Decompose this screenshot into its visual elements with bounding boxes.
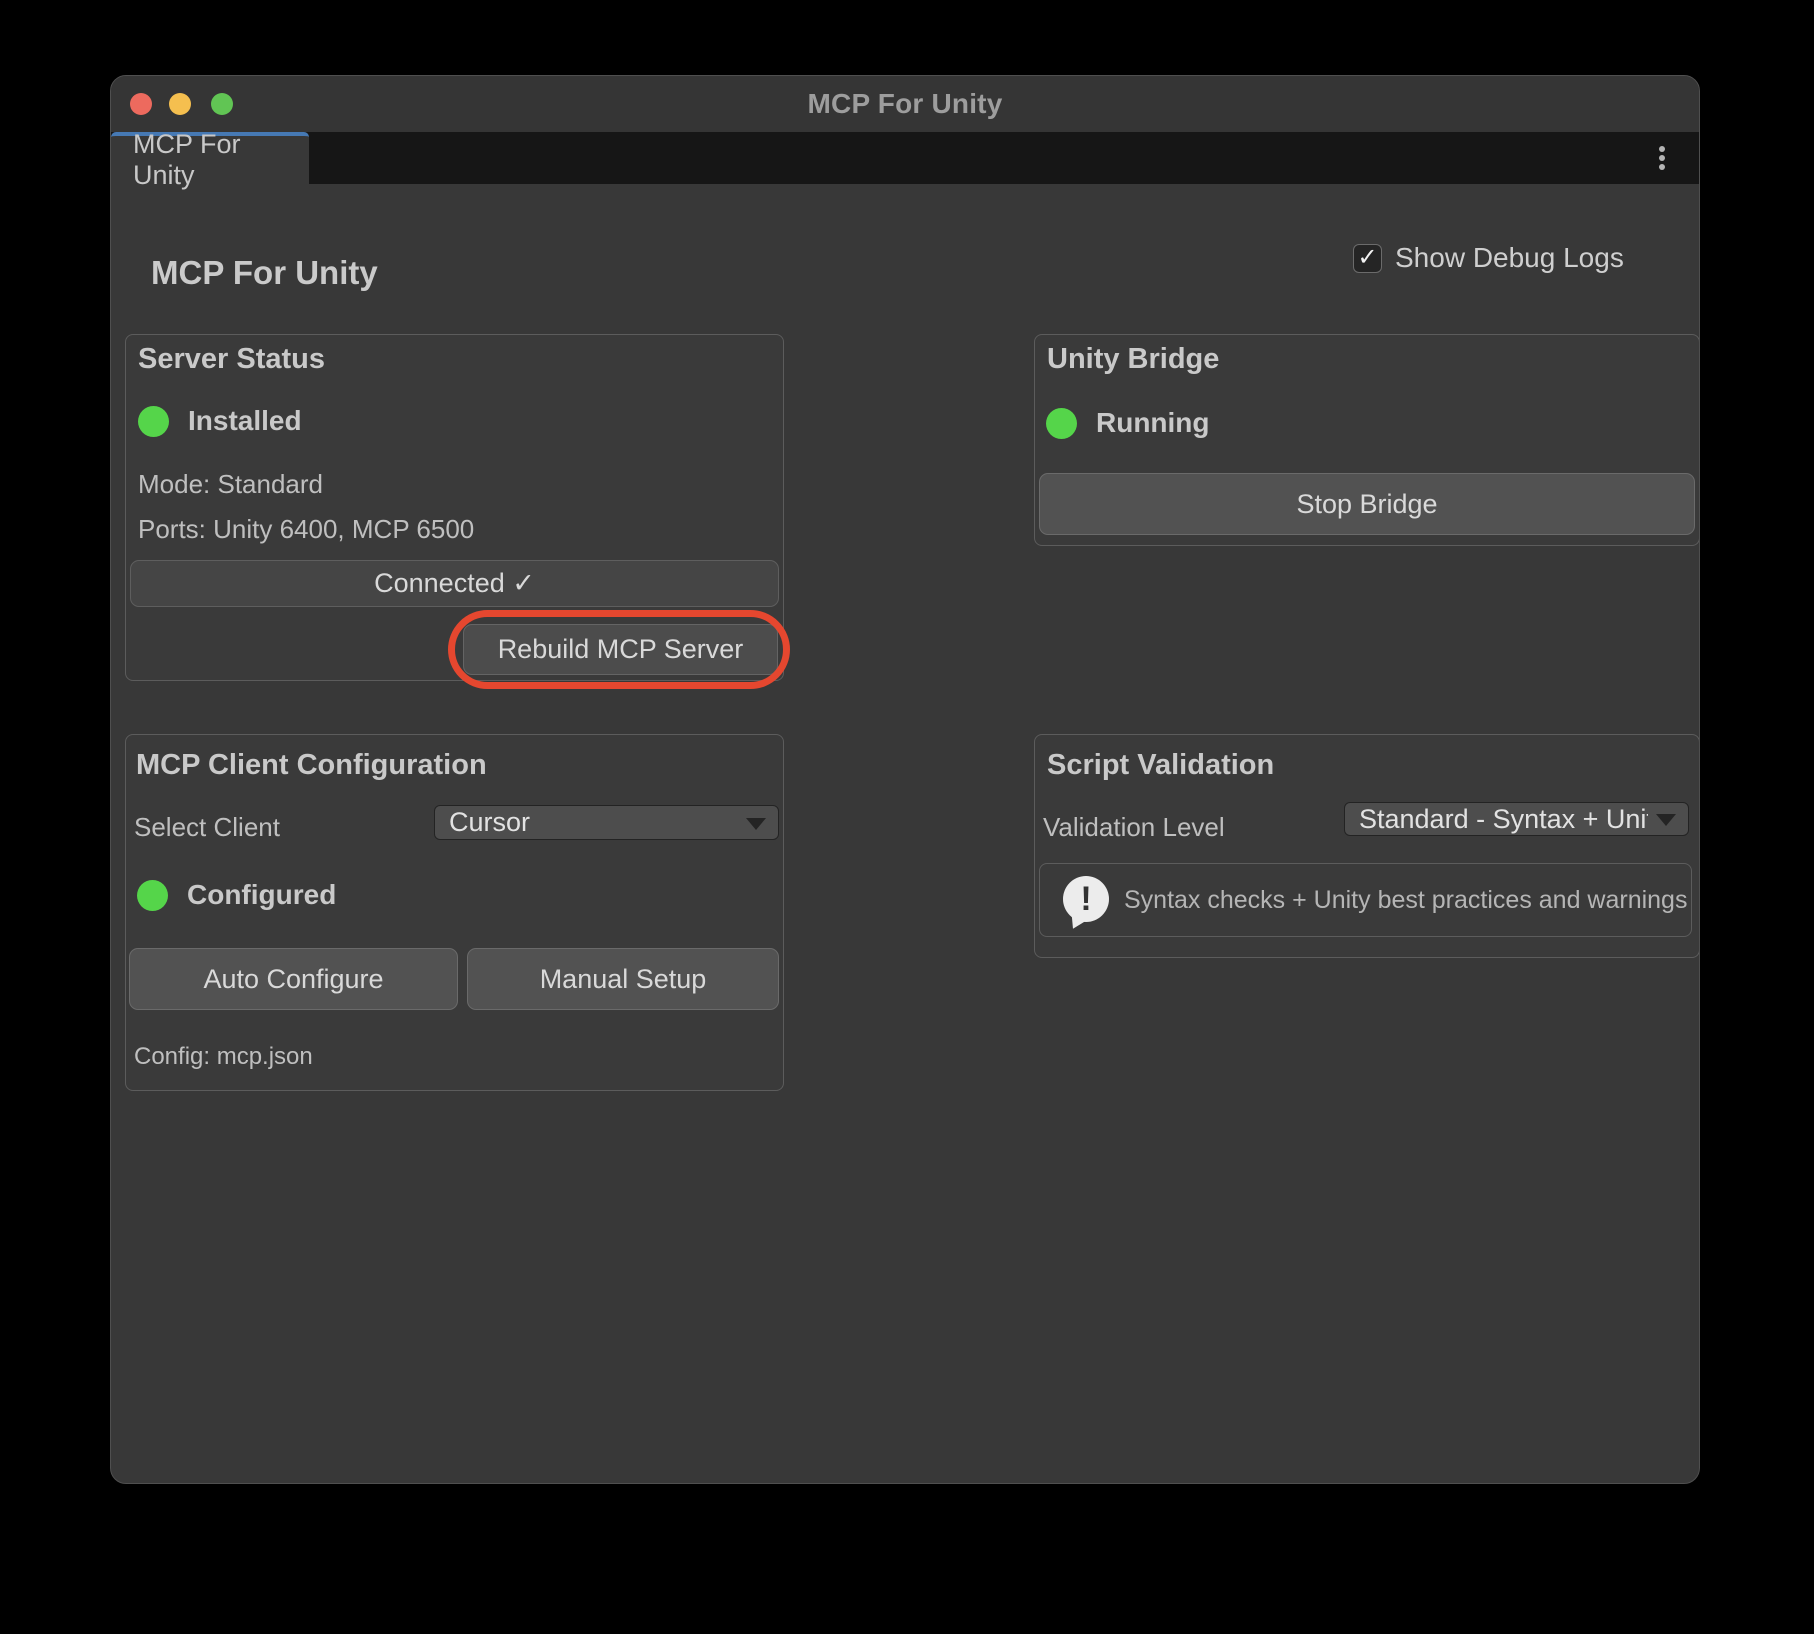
configured-status-row: Configured xyxy=(137,879,336,911)
tab-mcp-for-unity[interactable]: MCP For Unity xyxy=(111,132,309,184)
tab-strip: MCP For Unity xyxy=(111,132,1699,184)
validation-level-label: Validation Level xyxy=(1043,812,1225,843)
client-select-dropdown[interactable]: Cursor xyxy=(434,805,779,840)
config-path-note: Config: mcp.json xyxy=(134,1043,313,1071)
client-dropdown-value: Cursor xyxy=(449,807,530,838)
connected-button[interactable]: Connected ✓ xyxy=(130,560,779,607)
server-status-value: Installed xyxy=(188,405,302,437)
show-debug-logs-toggle[interactable]: ✓ Show Debug Logs xyxy=(1353,242,1624,274)
zoom-button[interactable] xyxy=(211,93,233,115)
mcp-client-configuration-panel: MCP Client Configuration Select Client C… xyxy=(125,734,784,1091)
close-button[interactable] xyxy=(130,93,152,115)
show-debug-logs-checkbox[interactable]: ✓ xyxy=(1353,244,1382,273)
window-titlebar[interactable]: MCP For Unity xyxy=(111,76,1699,132)
chevron-down-icon xyxy=(746,818,766,830)
window-title: MCP For Unity xyxy=(808,88,1003,120)
server-mode-text: Mode: Standard xyxy=(138,469,323,500)
script-validation-panel: Script Validation Validation Level Stand… xyxy=(1034,734,1700,958)
info-bubble-icon: ! xyxy=(1063,876,1109,922)
minimize-button[interactable] xyxy=(169,93,191,115)
client-config-title: MCP Client Configuration xyxy=(136,749,487,782)
tab-label: MCP For Unity xyxy=(133,129,309,191)
select-client-label: Select Client xyxy=(134,812,280,843)
validation-info-box: ! Syntax checks + Unity best practices a… xyxy=(1039,863,1692,937)
manual-setup-button[interactable]: Manual Setup xyxy=(467,948,779,1010)
rebuild-mcp-server-button[interactable]: Rebuild MCP Server xyxy=(463,624,778,675)
validation-info-text: Syntax checks + Unity best practices and… xyxy=(1124,864,1687,936)
status-dot-green-icon xyxy=(138,406,169,437)
unity-bridge-title: Unity Bridge xyxy=(1047,343,1219,376)
bridge-status-row: Running xyxy=(1046,407,1210,439)
chevron-down-icon xyxy=(1656,814,1676,826)
script-validation-title: Script Validation xyxy=(1047,749,1274,782)
checkmark-icon: ✓ xyxy=(1357,246,1377,270)
validation-dropdown-value: Standard - Syntax + Unity pr xyxy=(1359,804,1648,835)
kebab-menu-icon[interactable] xyxy=(1647,132,1677,184)
mcp-for-unity-window: MCP For Unity MCP For Unity MCP For Unit… xyxy=(110,75,1700,1484)
server-status-title: Server Status xyxy=(138,343,325,376)
status-dot-green-icon xyxy=(1046,408,1077,439)
server-status-panel: Server Status Installed Mode: Standard P… xyxy=(125,334,784,681)
page-title: MCP For Unity xyxy=(151,254,378,292)
unity-bridge-panel: Unity Bridge Running Stop Bridge xyxy=(1034,334,1700,546)
bridge-status-value: Running xyxy=(1096,407,1210,439)
status-dot-green-icon xyxy=(137,880,168,911)
desktop-background: MCP For Unity MCP For Unity MCP For Unit… xyxy=(0,0,1814,1634)
auto-configure-button[interactable]: Auto Configure xyxy=(129,948,458,1010)
server-ports-text: Ports: Unity 6400, MCP 6500 xyxy=(138,514,474,545)
configured-status-value: Configured xyxy=(187,879,336,911)
server-status-row: Installed xyxy=(138,405,302,437)
show-debug-logs-label: Show Debug Logs xyxy=(1395,242,1624,274)
validation-level-dropdown[interactable]: Standard - Syntax + Unity pr xyxy=(1344,802,1689,836)
stop-bridge-button[interactable]: Stop Bridge xyxy=(1039,473,1695,535)
